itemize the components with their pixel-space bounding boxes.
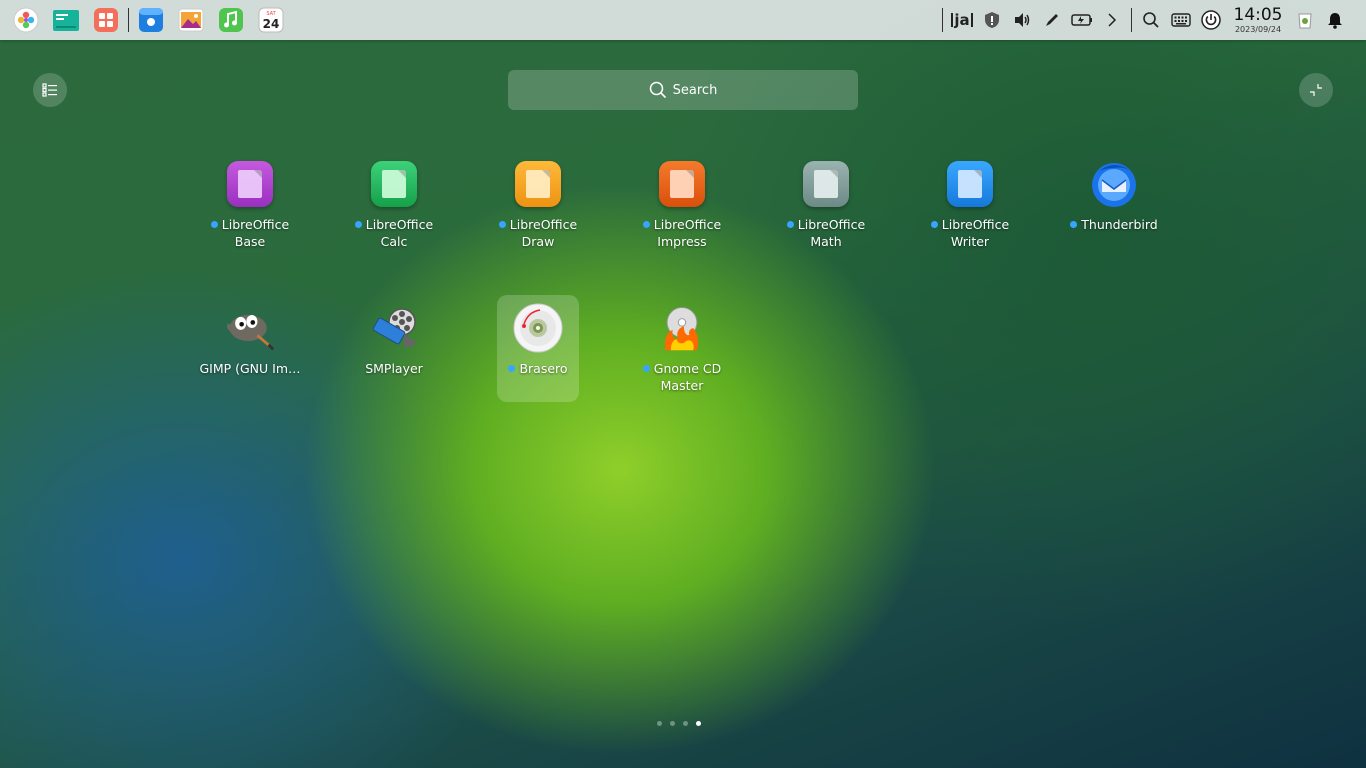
notification-bell-icon[interactable] [1320,0,1350,40]
file-manager-icon[interactable] [46,0,86,40]
app-label-line1: LibreOffice [653,217,722,232]
new-app-indicator [642,365,650,372]
new-app-indicator [930,221,938,228]
new-app-indicator [1070,221,1078,228]
app-label-line1: GIMP (GNU Im… [199,361,301,376]
security-shield-icon[interactable] [977,0,1007,40]
app-label-line1: SMPlayer [365,361,423,376]
tray-separator-2 [1131,8,1132,32]
browser-icon[interactable] [131,0,171,40]
app-smplayer[interactable]: SMPlayer [324,302,464,377]
category-view-button[interactable] [33,73,67,107]
app-label-line1: Thunderbird [1081,217,1158,232]
page-dot[interactable] [696,721,701,726]
new-app-indicator [786,221,794,228]
page-dot[interactable] [657,721,662,726]
brasero-icon [512,302,564,354]
list-icon [42,83,57,97]
battery-icon[interactable] [1067,0,1097,40]
thunderbird-icon [1088,158,1140,210]
power-icon[interactable] [1196,0,1226,40]
app-label-line2: Draw [521,234,555,249]
libreoffice-draw-icon [512,158,564,210]
new-app-indicator [642,221,650,228]
app-label-line1: LibreOffice [941,217,1010,232]
collapse-icon [1310,84,1322,96]
app-gimp[interactable]: GIMP (GNU Im… [180,302,320,377]
libreoffice-impress-icon [656,158,708,210]
search-input[interactable]: Search [508,70,858,110]
app-libreoffice-impress[interactable]: LibreOffice Impress [612,158,752,250]
libreoffice-base-icon [224,158,276,210]
volume-icon[interactable] [1007,0,1037,40]
app-label-line1: LibreOffice [797,217,866,232]
dock: SAT 24 ja 14:05 2023/09/24 [0,0,1366,40]
image-viewer-icon[interactable] [171,0,211,40]
pen-icon[interactable] [1037,0,1067,40]
keyboard-icon[interactable] [1166,0,1196,40]
input-method-label: ja [951,13,973,28]
app-libreoffice-calc[interactable]: LibreOffice Calc [324,158,464,250]
exit-fullscreen-button[interactable] [1299,73,1333,107]
page-dot[interactable] [683,721,688,726]
calendar-icon[interactable]: SAT 24 [251,0,291,40]
app-libreoffice-base[interactable]: LibreOffice Base [180,158,320,250]
app-label-line1: LibreOffice [509,217,578,232]
page-indicator [657,721,701,726]
chevron-right-icon[interactable] [1097,0,1127,40]
app-label-line1: Gnome CD [653,361,722,376]
calendar-day: 24 [263,17,280,31]
clock-time: 14:05 [1233,4,1283,25]
app-thunderbird[interactable]: Thunderbird [1044,158,1184,233]
new-app-indicator [354,221,362,228]
new-app-indicator [498,221,506,228]
music-icon[interactable] [211,0,251,40]
app-label-line1: LibreOffice [365,217,434,232]
app-label-line2: Master [660,378,704,393]
launcher-icon[interactable] [6,0,46,40]
search-icon[interactable] [1136,0,1166,40]
libreoffice-math-icon [800,158,852,210]
app-libreoffice-draw[interactable]: LibreOffice Draw [468,158,608,250]
dock-separator [128,8,129,32]
input-method-indicator[interactable]: ja [947,0,977,40]
app-libreoffice-writer[interactable]: LibreOffice Writer [900,158,1040,250]
smplayer-icon [368,302,420,354]
app-gnome-cd-master[interactable]: Gnome CD Master [612,302,752,394]
gnome-cd-master-icon [656,302,708,354]
app-label-line2: Math [810,234,842,249]
trash-icon[interactable] [1290,0,1320,40]
new-app-indicator [508,365,516,372]
clock-date: 2023/09/24 [1234,24,1282,34]
app-label-line2: Impress [657,234,707,249]
app-libreoffice-math[interactable]: LibreOffice Math [756,158,896,250]
search-placeholder: Search [672,82,718,98]
libreoffice-calc-icon [368,158,420,210]
app-store-icon[interactable] [86,0,126,40]
gimp-icon [224,302,276,354]
app-brasero[interactable]: Brasero [468,302,608,377]
new-app-indicator [210,221,218,228]
page-dot[interactable] [670,721,675,726]
tray-separator [942,8,943,32]
app-label-line2: Writer [950,234,990,249]
search-icon [649,81,666,99]
app-label-line2: Base [234,234,266,249]
app-label-line2: Calc [380,234,408,249]
app-label-line1: LibreOffice [221,217,290,232]
clock[interactable]: 14:05 2023/09/24 [1230,4,1286,34]
app-label-line1: Brasero [519,361,568,376]
libreoffice-writer-icon [944,158,996,210]
